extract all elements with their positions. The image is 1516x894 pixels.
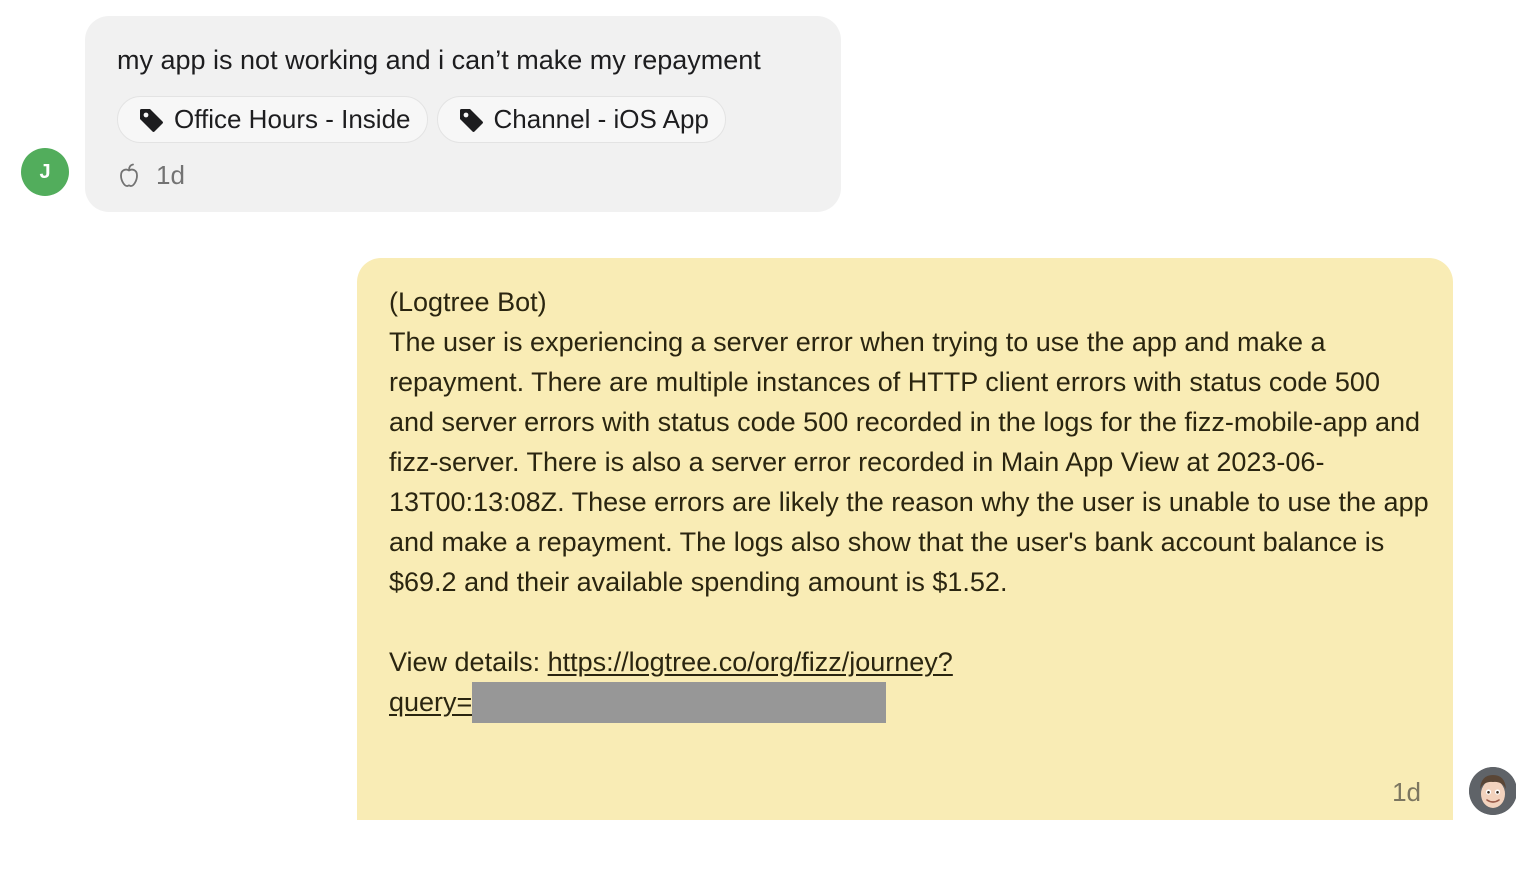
tag-label: Channel - iOS App — [493, 104, 709, 134]
details-link-line2: query= — [389, 687, 473, 717]
conversation-tags: Office Hours - Inside Channel - iOS App — [117, 96, 821, 143]
admin-avatar[interactable] — [1469, 767, 1516, 815]
tag-icon — [137, 106, 165, 134]
user-message-timestamp: 1d — [156, 159, 185, 190]
user-avatar[interactable]: J — [21, 148, 69, 196]
details-label: View details: — [389, 647, 541, 677]
user-message-meta: 1d — [117, 158, 821, 192]
user-avatar-initial: J — [39, 160, 51, 183]
tag-icon — [457, 106, 485, 134]
conversation-view: J my app is not working and i can’t make… — [0, 0, 1516, 894]
memoji-avatar-icon — [1469, 767, 1516, 815]
tag-office-hours[interactable]: Office Hours - Inside — [117, 96, 428, 143]
apple-icon — [117, 162, 141, 188]
redacted-block — [472, 682, 887, 723]
tag-label: Office Hours - Inside — [174, 104, 411, 134]
user-message-bubble: my app is not working and i can’t make m… — [85, 16, 841, 212]
bot-summary-text: The user is experiencing a server error … — [389, 327, 1429, 597]
tag-channel-ios[interactable]: Channel - iOS App — [436, 96, 726, 143]
bot-note-timestamp: 1d — [1392, 777, 1421, 807]
details-link-line1: https://logtree.co/org/fizz/journey? — [547, 647, 953, 677]
user-message-text: my app is not working and i can’t make m… — [117, 45, 761, 75]
bot-author: (Logtree Bot) — [389, 287, 547, 317]
details-line: View details: https://logtree.co/org/fiz… — [389, 642, 1429, 723]
bot-note-bubble: (Logtree Bot) The user is experiencing a… — [357, 258, 1453, 820]
bot-note-body: (Logtree Bot) The user is experiencing a… — [389, 282, 1429, 723]
